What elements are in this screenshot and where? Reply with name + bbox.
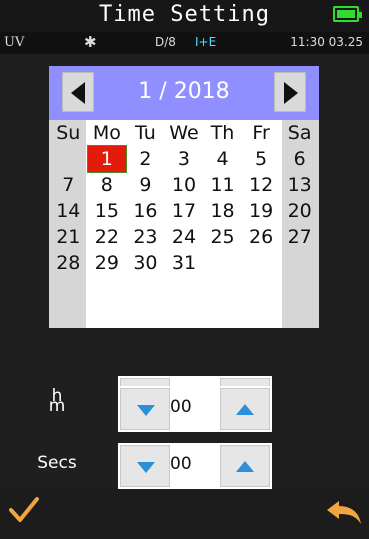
day-cell[interactable]: 15 [88,198,127,224]
day-cell[interactable]: 12 [242,172,281,198]
weekday-label: Su [56,122,81,144]
weekday-label: We [169,122,199,144]
calendar-grid: Su Mo Tu We Th Fr Sa 1 2 3 4 5 6 7 8 9 10 11 12 13 14… [49,120,319,276]
day-cell[interactable]: 25 [203,224,242,250]
day-cell[interactable]: 28 [49,250,88,276]
weekday-label: Tu [135,122,156,144]
seconds-decrement-button[interactable] [120,445,170,487]
week-row: 123456 [49,145,319,173]
day-cell[interactable]: 26 [242,224,281,250]
status-bar: UV ✱ D/8 I+E 11:30 03.25 [0,32,369,54]
day-cell[interactable]: 23 [126,224,165,250]
back-arrow-icon[interactable] [325,500,363,526]
weekday-header-row: Su Mo Tu We Th Fr Sa [49,120,319,146]
day-cell[interactable]: 21 [49,224,88,250]
day-cell[interactable]: 17 [165,198,204,224]
day-cell[interactable]: 14 [49,198,88,224]
minutes-decrement-button[interactable] [120,388,170,430]
day-cell[interactable]: 8 [88,172,127,198]
day-cell[interactable]: 1 [86,145,128,173]
empty-day-cell [242,250,281,276]
day-cell[interactable]: 24 [165,224,204,250]
geometry-indicator: D/8 [155,35,176,49]
week-row: 14 15 16 17 18 19 20 [49,198,319,224]
day-cell[interactable]: 27 [280,224,319,250]
day-cell[interactable]: 16 [126,198,165,224]
week-row: 7 8 9 10 11 12 13 [49,172,319,198]
next-month-button[interactable] [274,72,306,112]
arrow-up-icon [236,404,254,415]
seconds-value[interactable]: 00 [170,454,192,474]
day-cell[interactable]: 11 [203,172,242,198]
day-cell[interactable]: 18 [203,198,242,224]
week-row: 28 29 30 31 [49,250,319,276]
minutes-label: m [48,396,66,416]
day-cell[interactable]: 13 [280,172,319,198]
seconds-spinner: 00 [118,443,272,489]
seconds-row: Secs 00 [0,443,369,489]
week-row: 21 22 23 24 25 26 27 [49,224,319,250]
empty-day-cell [280,250,319,276]
arrow-down-icon [137,462,155,473]
minutes-increment-button[interactable] [220,388,270,430]
day-cell[interactable]: 22 [88,224,127,250]
minutes-spinner: 00 [118,386,272,432]
calendar-header: 1 / 2018 [49,66,319,120]
weekday-label: Mo [92,122,121,144]
arrow-up-icon [236,461,254,472]
day-cell[interactable]: 29 [88,250,127,276]
mode-indicator: UV [4,35,25,50]
day-cell[interactable]: 19 [242,198,281,224]
bottom-bar [0,489,369,539]
day-cell[interactable]: 31 [165,250,204,276]
specular-indicator: I+E [195,35,217,49]
arrow-down-icon [137,405,155,416]
day-cell[interactable]: 2 [126,146,165,172]
page-title: Time Setting [99,2,270,27]
calendar: 1 / 2018 Su Mo Tu We Th Fr Sa 1234567891… [49,66,319,328]
title-bar: Time Setting [0,0,369,32]
clock: 11:30 03.25 [290,35,363,49]
minutes-value[interactable]: 00 [170,397,192,417]
day-cell[interactable]: 9 [126,172,165,198]
arrow-right-icon [284,82,298,104]
day-cell[interactable]: 5 [242,146,281,172]
weekday-label: Th [210,122,235,144]
empty-day-cell [203,250,242,276]
day-cell[interactable]: 10 [165,172,204,198]
day-cell[interactable]: 7 [49,172,88,198]
day-cell[interactable]: 30 [126,250,165,276]
battery-icon [333,6,362,22]
day-cell[interactable]: 3 [165,146,204,172]
confirm-check-icon[interactable] [8,495,40,525]
weekday-label: Sa [287,122,312,144]
minutes-row-main: m 00 [0,386,369,432]
bluetooth-icon: ✱ [84,33,97,51]
day-cell[interactable]: 4 [203,146,242,172]
day-cell[interactable]: 6 [280,146,319,172]
seconds-label: Secs [37,453,77,473]
seconds-increment-button[interactable] [220,445,270,487]
weekday-label: Fr [252,122,270,144]
day-cell[interactable]: 20 [280,198,319,224]
empty-day-cell [49,146,88,172]
